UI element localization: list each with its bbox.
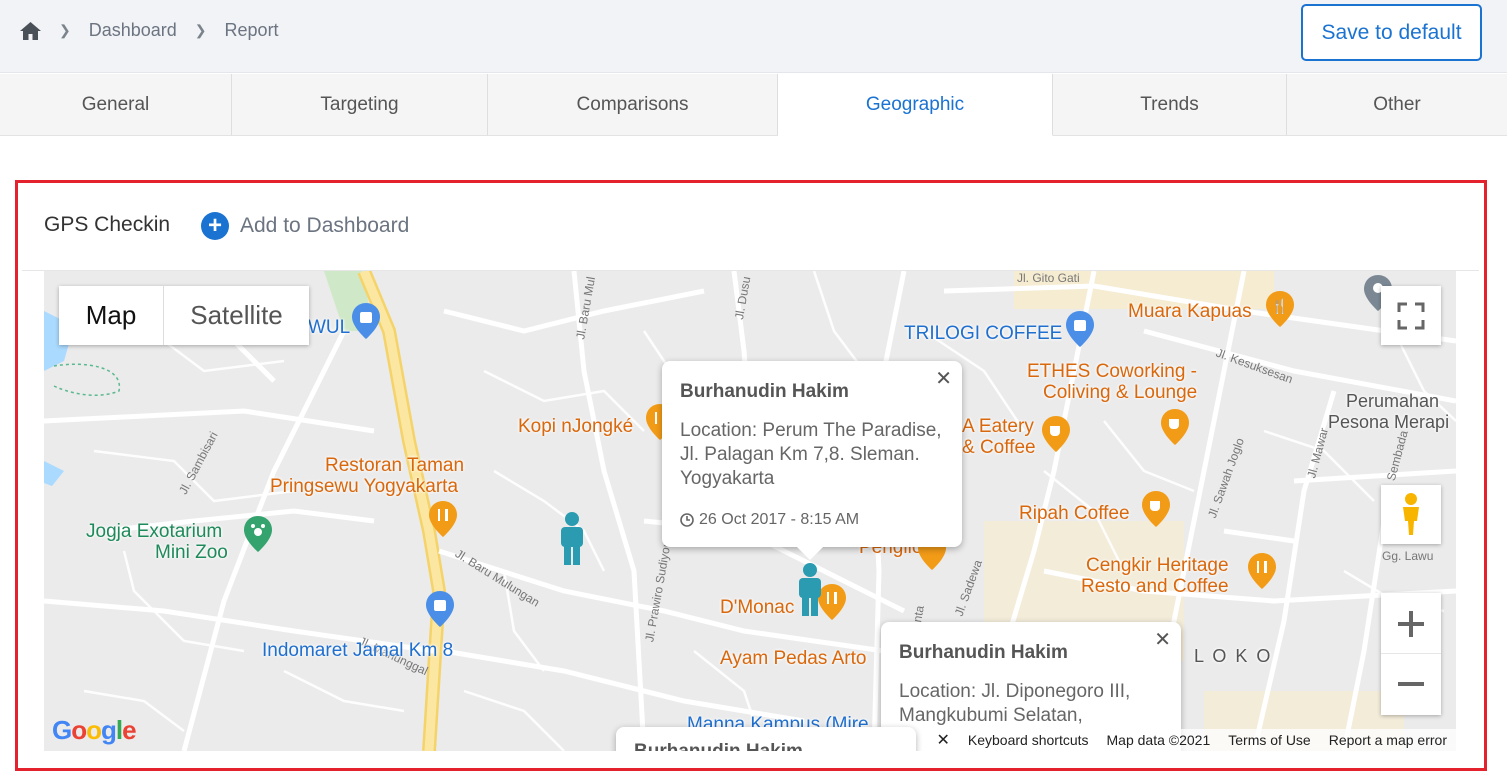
plus-circle-icon: + xyxy=(201,212,229,240)
top-bar: ❯ Dashboard ❯ Report Save to default xyxy=(0,0,1507,73)
road-label: Gg. Lawu xyxy=(1382,549,1434,563)
breadcrumb-dashboard[interactable]: Dashboard xyxy=(89,20,177,41)
tab-trends[interactable]: Trends xyxy=(1053,74,1287,135)
map-type-map-button[interactable]: Map xyxy=(59,286,163,345)
street-view-pegman[interactable] xyxy=(1381,485,1441,544)
shopping-bag-icon[interactable] xyxy=(352,303,380,339)
cafe-icon[interactable] xyxy=(1161,409,1189,445)
tab-geographic[interactable]: Geographic xyxy=(778,74,1053,136)
close-icon[interactable]: ✕ xyxy=(1154,627,1171,652)
info-window-date-text: 26 Oct 2017 - 8:15 AM xyxy=(699,511,860,528)
panel-title: GPS Checkin xyxy=(44,213,170,236)
restaurant-icon[interactable] xyxy=(1248,553,1276,589)
place-label[interactable]: Restoran Taman xyxy=(325,455,464,477)
info-window-name: Burhanudin Hakim xyxy=(680,381,849,402)
place-label[interactable]: Pringsewu Yogyakarta xyxy=(270,476,458,498)
close-icon[interactable]: ✕ xyxy=(936,730,949,750)
shopping-bag-icon[interactable] xyxy=(426,591,454,627)
google-logo: Google xyxy=(52,715,137,745)
place-label[interactable]: Resto and Coffee xyxy=(1081,576,1229,598)
info-window-location: Location: Jl. Diponegoro III, Mangkubumi… xyxy=(899,681,1131,726)
place-label[interactable]: Kopi nJongké xyxy=(518,416,633,438)
zoom-control xyxy=(1381,593,1441,715)
chevron-right-icon: ❯ xyxy=(59,22,71,38)
close-icon[interactable]: ✕ xyxy=(935,366,952,391)
info-window: ✕ Burhanudin Hakim Location: Perum The P… xyxy=(662,361,962,547)
add-to-dashboard-button[interactable]: + Add to Dashboard xyxy=(201,212,409,240)
road-label: Jl. Gito Gati xyxy=(1017,271,1080,285)
fullscreen-button[interactable] xyxy=(1381,286,1441,345)
zoom-in-button[interactable] xyxy=(1381,594,1441,654)
save-to-default-button[interactable]: Save to default xyxy=(1301,4,1482,61)
zoo-icon[interactable] xyxy=(244,516,272,552)
svg-text:🍴: 🍴 xyxy=(1271,298,1288,315)
place-label[interactable]: Pesona Merapi xyxy=(1328,412,1449,433)
map-type-control: Map Satellite xyxy=(59,286,309,345)
shopping-bag-icon[interactable] xyxy=(1066,311,1094,347)
info-window-name: Burhanudin Hakim xyxy=(634,741,898,751)
place-label[interactable]: Perumahan xyxy=(1346,391,1439,412)
cafe-icon[interactable] xyxy=(1042,416,1070,452)
place-label[interactable]: Indomaret Jamal Km 8 xyxy=(262,640,453,662)
plus-icon xyxy=(1398,610,1424,637)
terms-link[interactable]: Terms of Use xyxy=(1228,732,1310,748)
map-type-satellite-button[interactable]: Satellite xyxy=(163,286,309,345)
place-label[interactable]: Ripah Coffee xyxy=(1019,503,1130,525)
person-marker-icon[interactable] xyxy=(794,563,826,617)
tab-general[interactable]: General xyxy=(0,74,232,135)
fullscreen-icon xyxy=(1397,302,1425,329)
place-label[interactable]: & Coffee xyxy=(962,437,1036,459)
person-marker-icon[interactable] xyxy=(556,512,588,566)
home-icon[interactable] xyxy=(20,21,41,40)
place-label[interactable]: A Eatery xyxy=(962,416,1034,438)
chevron-right-icon: ❯ xyxy=(194,22,207,38)
map-footer: ✕ Keyboard shortcuts Map data ©2021 Term… xyxy=(927,729,1456,751)
place-label[interactable]: D'Monac xyxy=(720,597,794,619)
info-window-name: Burhanudin Hakim xyxy=(899,642,1068,663)
place-label[interactable]: Ayam Pedas Arto xyxy=(720,648,866,670)
cafe-icon[interactable] xyxy=(1142,491,1170,527)
clock-icon xyxy=(680,513,694,527)
tab-targeting[interactable]: Targeting xyxy=(232,74,488,135)
add-to-dashboard-label: Add to Dashboard xyxy=(240,214,410,237)
place-label: L O K O xyxy=(1194,646,1273,666)
keyboard-shortcuts-link[interactable]: Keyboard shortcuts xyxy=(968,732,1089,748)
place-label[interactable]: Jogja Exotarium xyxy=(86,521,222,543)
place-label[interactable]: ETHES Coworking - xyxy=(1027,361,1197,383)
map-canvas[interactable]: Jl. Gito Gati Jl. Kesuksesan Jl. Sambisa… xyxy=(44,271,1456,751)
place-label[interactable]: Coliving & Lounge xyxy=(1043,382,1197,404)
tab-bar: General Targeting Comparisons Geographic… xyxy=(0,74,1507,136)
restaurant-icon[interactable]: 🍴 xyxy=(1266,291,1294,327)
breadcrumb: ❯ Dashboard ❯ Report xyxy=(20,20,279,41)
minus-icon xyxy=(1398,682,1424,686)
restaurant-icon[interactable] xyxy=(429,501,457,537)
place-label[interactable]: WUL xyxy=(308,317,350,339)
tab-comparisons[interactable]: Comparisons xyxy=(488,74,778,135)
place-label[interactable]: TRILOGI COFFEE xyxy=(904,323,1062,345)
map-data-text: Map data ©2021 xyxy=(1106,732,1211,748)
info-window-location: Location: Perum The Paradise, Jl. Palaga… xyxy=(680,420,942,489)
info-window: Burhanudin Hakim xyxy=(616,727,916,751)
place-label[interactable]: Mini Zoo xyxy=(155,542,228,564)
zoom-out-button[interactable] xyxy=(1381,654,1441,714)
tab-other[interactable]: Other xyxy=(1287,74,1507,135)
breadcrumb-report: Report xyxy=(224,20,279,40)
place-label[interactable]: Cengkir Heritage xyxy=(1086,555,1229,577)
report-error-link[interactable]: Report a map error xyxy=(1329,732,1447,748)
place-label[interactable]: Muara Kapuas xyxy=(1128,301,1252,323)
pegman-icon xyxy=(1403,492,1419,535)
info-window-tail xyxy=(796,546,824,560)
info-window-date: 26 Oct 2017 - 8:15 AM xyxy=(680,511,944,529)
